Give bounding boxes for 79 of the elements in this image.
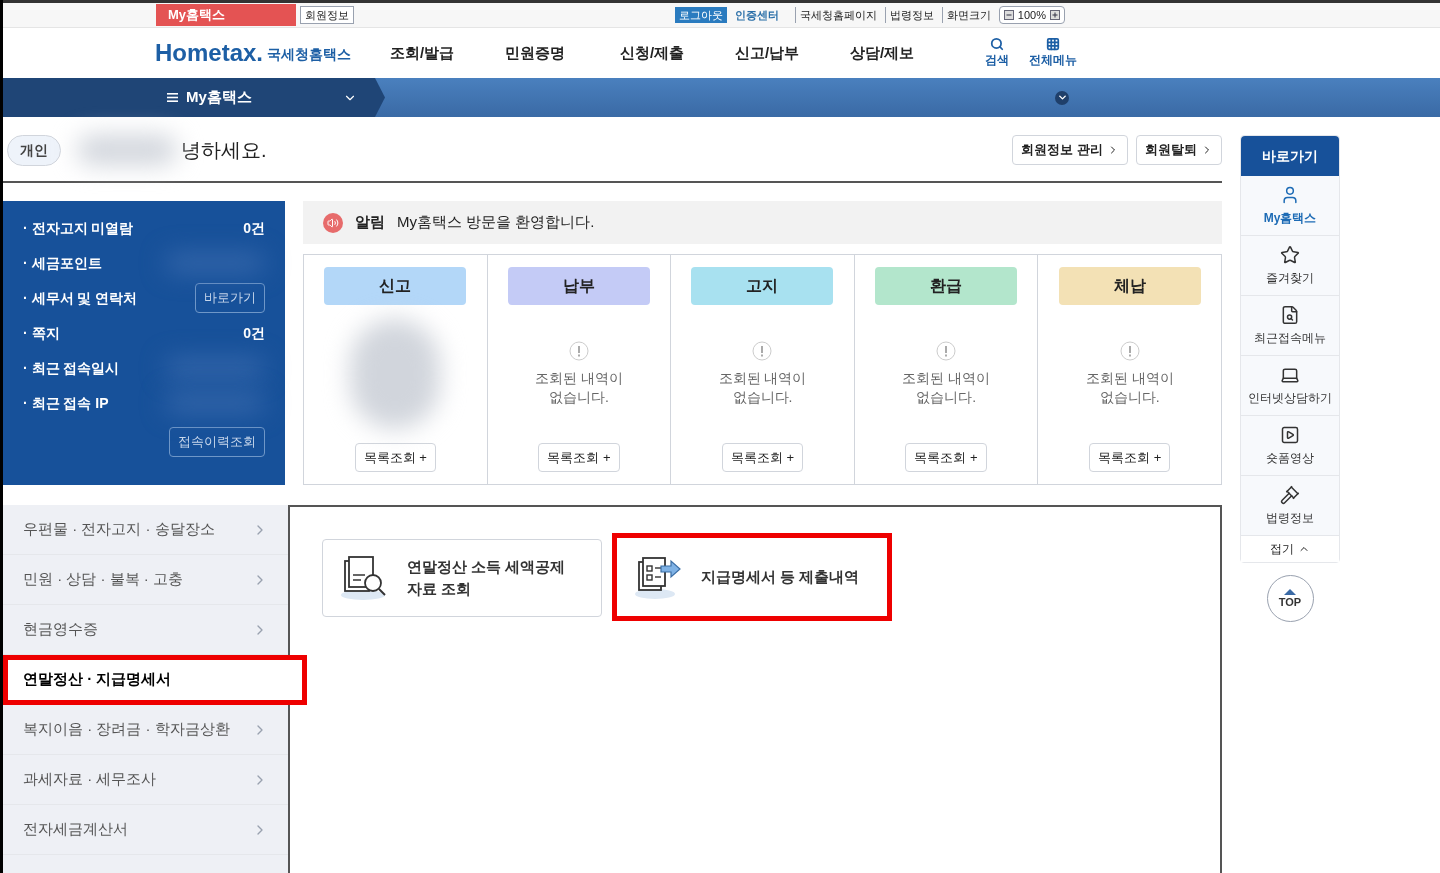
document-search-icon bbox=[1280, 304, 1300, 325]
account-button[interactable]: 회원정보 관리 bbox=[1012, 135, 1128, 165]
quick-menu-item[interactable]: 최근접속메뉴 bbox=[1241, 296, 1339, 356]
side-menu-item[interactable]: 전자세금계산서 bbox=[3, 805, 288, 855]
quick-menu-title: 바로가기 bbox=[1241, 136, 1339, 176]
search-icon bbox=[990, 37, 1004, 51]
quick-menu-item[interactable]: 인터넷상담하기 bbox=[1241, 356, 1339, 416]
hometax-logo[interactable]: Hometax. 국세청홈택스 bbox=[155, 41, 390, 65]
empty-message: 조회된 내역이 없습니다. bbox=[902, 369, 990, 407]
summary-label: · 최근 접속일시 bbox=[23, 358, 120, 378]
user-icon bbox=[1280, 184, 1300, 205]
list-view-button[interactable]: 목록조회 + bbox=[721, 443, 804, 472]
info-icon bbox=[568, 341, 589, 361]
logout-button[interactable]: 로그아웃 bbox=[674, 6, 727, 24]
list-view-button[interactable]: 목록조회 + bbox=[538, 443, 620, 472]
quick-menu-item[interactable]: 숏폼영상 bbox=[1241, 416, 1339, 476]
minus-icon bbox=[1003, 10, 1014, 20]
side-menu-item[interactable]: 과세자료 · 세무조사 bbox=[3, 755, 288, 805]
notice-text: My홈택스 방문을 환영합니다. bbox=[397, 212, 595, 233]
side-menu-item[interactable]: 민원 · 상담 · 불복 · 고충 bbox=[3, 555, 288, 605]
info-icon bbox=[936, 341, 957, 361]
list-view-button[interactable]: 목록조회 + bbox=[354, 443, 436, 472]
gavel-icon bbox=[1280, 484, 1300, 505]
access-history-button[interactable]: 접속이력조회 bbox=[169, 427, 265, 457]
play-icon bbox=[1280, 424, 1300, 445]
list-view-button[interactable]: 목록조회 + bbox=[1089, 443, 1171, 472]
grid-icon bbox=[1046, 37, 1060, 51]
up-triangle-icon bbox=[1284, 589, 1296, 595]
summary-value: 0건 bbox=[243, 218, 265, 238]
quick-menu-item[interactable]: My홈택스 bbox=[1241, 176, 1339, 236]
side-menu-item[interactable]: 복지이음 · 장려금 · 학자금상환 bbox=[3, 705, 288, 755]
top-link[interactable]: 법령정보 bbox=[884, 6, 934, 24]
greeting-text: 녕하세요. bbox=[181, 138, 267, 163]
nav-menu-item[interactable]: 민원증명 bbox=[505, 41, 570, 65]
status-header: 환급 bbox=[875, 267, 1018, 305]
collapse-button[interactable]: 접기 bbox=[1241, 536, 1339, 562]
summary-label: · 세금포인트 bbox=[23, 253, 102, 273]
status-header: 체납 bbox=[1058, 267, 1201, 305]
certification-link[interactable]: 인증센터 bbox=[734, 6, 779, 24]
shortcut-card[interactable]: 지급명세서 등 제출내역 bbox=[612, 533, 892, 621]
list-view-button[interactable]: 목록조회 + bbox=[905, 443, 987, 472]
top-link[interactable]: 국세청홈페이지 bbox=[794, 6, 877, 24]
summary-label: · 쪽지 bbox=[23, 323, 60, 343]
status-header: 납부 bbox=[507, 267, 650, 305]
shortcut-card[interactable]: 연말정산 소득 세액공제 자료 조회 bbox=[322, 539, 602, 617]
member-type-badge: 개인 bbox=[7, 134, 61, 166]
info-icon bbox=[752, 341, 773, 361]
summary-label: · 최근 접속 IP bbox=[23, 393, 109, 413]
empty-message: 조회된 내역이 없습니다. bbox=[534, 369, 623, 407]
search-button[interactable]: 검색 bbox=[985, 37, 1009, 69]
nav-menu-item[interactable]: 조회/발급 bbox=[390, 41, 455, 65]
top-tab[interactable]: My홈택스 bbox=[156, 4, 296, 26]
all-menu-button[interactable]: 전체메뉴 bbox=[1029, 37, 1077, 69]
status-header: 신고 bbox=[324, 267, 467, 305]
side-menu-item[interactable]: 연말정산 · 지급명세서 bbox=[3, 655, 307, 705]
zoom-control[interactable]: 100% bbox=[998, 5, 1065, 25]
menu-icon bbox=[167, 93, 178, 102]
notice-label: 알림 bbox=[355, 212, 385, 233]
expand-icon[interactable] bbox=[1055, 90, 1069, 105]
summary-label: · 전자고지 미열람 bbox=[23, 218, 134, 238]
side-menu-item[interactable]: 우편물 · 전자고지 · 송달장소 bbox=[3, 505, 288, 555]
nav-menu-item[interactable]: 신고/납부 bbox=[735, 41, 800, 65]
shortcut-button[interactable]: 바로가기 bbox=[195, 283, 265, 313]
star-icon bbox=[1280, 244, 1300, 265]
info-icon bbox=[1119, 341, 1140, 361]
account-button[interactable]: 회원탈퇴 bbox=[1136, 135, 1222, 165]
summary-label: · 세무서 및 연락처 bbox=[23, 288, 138, 308]
empty-message: 조회된 내역이 없습니다. bbox=[718, 369, 807, 407]
zoom-label: 화면크기 bbox=[941, 6, 991, 24]
top-tab[interactable]: 회원정보 bbox=[300, 6, 354, 24]
status-header: 고지 bbox=[691, 267, 834, 305]
nav-menu-item[interactable]: 신청/제출 bbox=[620, 41, 685, 65]
current-menu-dropdown[interactable]: My홈택스 bbox=[3, 78, 385, 117]
quick-menu-item[interactable]: 즐겨찾기 bbox=[1241, 236, 1339, 296]
plus-icon bbox=[1050, 10, 1060, 20]
nav-menu-item[interactable]: 상담/제보 bbox=[850, 41, 915, 65]
speaker-icon bbox=[323, 212, 343, 233]
empty-message: 조회된 내역이 없습니다. bbox=[1085, 369, 1174, 407]
summary-value: 0건 bbox=[243, 323, 265, 343]
